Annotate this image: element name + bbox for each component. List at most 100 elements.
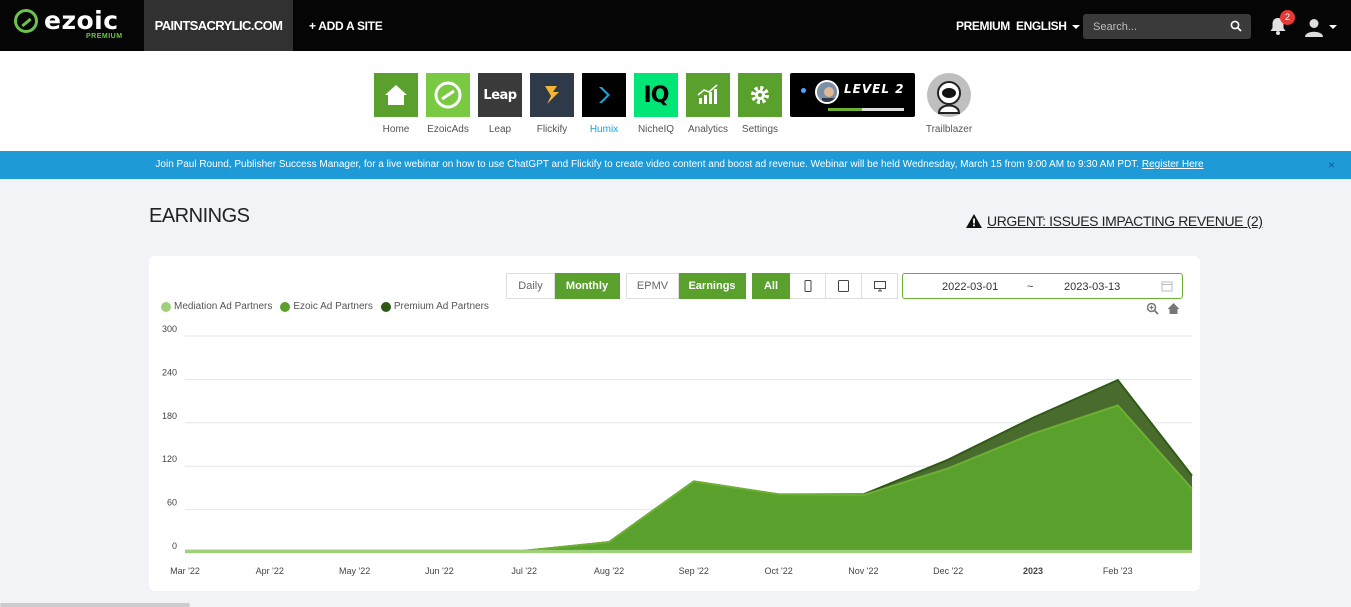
nicheiq-logo-text: IQ [643,82,670,108]
leap-tile: Leap [478,73,522,117]
leap-logo-text: Leap [483,87,517,103]
app-analytics[interactable]: Analytics [686,73,730,135]
mobile-button[interactable] [790,273,826,299]
banner-text: Join Paul Round, Publisher Success Manag… [155,159,1140,170]
legend-item[interactable]: Mediation Ad Partners [161,301,272,312]
chart-legend: Mediation Ad Partners Ezoic Ad Partners … [161,301,497,312]
date-from: 2022-03-01 [942,281,999,293]
x-tick-label: Feb '23 [1103,566,1133,576]
y-tick-label: 300 [162,324,177,334]
reset-zoom-home-icon[interactable] [1167,302,1180,315]
legend-swatch [380,301,391,312]
urgent-issues-text: URGENT: ISSUES IMPACTING REVENUE (2) [987,213,1263,229]
level-progress-fill [828,108,863,111]
calendar-icon [1161,281,1173,292]
home-tile [374,73,418,117]
earnings-chart: 0 60 120 180 240 300 Mar '22 Apr '22 May '22 Jun … [162,324,1193,576]
add-site-link[interactable]: + ADD A SITE [309,19,383,33]
chevron-down-icon[interactable] [1329,25,1337,29]
legend-swatch [161,301,171,312]
page-title: EARNINGS [149,205,250,227]
y-tick-label: 60 [167,498,177,508]
app-settings[interactable]: Settings [738,73,782,135]
astronaut-icon [937,81,961,114]
site-selector[interactable]: PAINTSACRYLIC.COM [144,0,293,51]
metric-toggle: EPMV Earnings [626,273,746,299]
app-home[interactable]: Home [374,73,418,135]
device-toggle: All [752,273,898,299]
chevron-down-icon [1071,24,1080,29]
x-tick-label: Sep '22 [679,566,709,576]
period-toggle: Daily Monthly [506,273,620,299]
person-photo-icon [817,82,837,102]
logo-text: ezoic [44,6,119,35]
flickify-tile [530,73,574,117]
tablet-button[interactable] [826,273,862,299]
date-separator: ~ [1027,281,1034,293]
search-icon[interactable] [1230,20,1242,32]
flickify-icon [545,86,559,104]
logo-subtitle: PREMIUM [86,33,123,40]
app-ezoicads[interactable]: EzoicAds [426,73,470,135]
x-tick-label: Oct '22 [764,566,792,576]
user-avatar-icon[interactable] [1304,17,1324,37]
ezoicads-icon [434,81,462,109]
app-navigation: Home EzoicAds Leap Leap Flickify Humix I… [0,51,1351,151]
daily-button[interactable]: Daily [506,273,555,299]
close-icon[interactable]: × [1328,151,1335,179]
epmv-button[interactable]: EPMV [626,273,679,299]
y-tick-label: 120 [162,454,177,464]
premium-link[interactable]: PREMIUM [956,19,1010,33]
level-badge[interactable]: LEVEL 2 [790,73,915,117]
x-tick-label: Nov '22 [848,566,878,576]
legend-label: Premium Ad Partners [393,301,489,312]
urgent-issues-link[interactable]: URGENT: ISSUES IMPACTING REVENUE (2) [965,213,1263,229]
app-nicheiq[interactable]: IQ NicheIQ [634,73,678,135]
horizontal-scrollbar[interactable] [0,603,190,607]
legend-swatch [280,301,291,312]
desktop-button[interactable] [862,273,898,299]
webinar-banner: Join Paul Round, Publisher Success Manag… [0,151,1351,179]
warning-icon [966,214,982,228]
gear-icon [751,86,769,104]
x-tick-label: Dec '22 [933,566,963,576]
x-tick-label: Jul '22 [511,566,537,576]
x-tick-label: 2023 [1023,566,1043,576]
earnings-card: Daily Monthly EPMV Earnings All 2022-03-… [149,256,1200,591]
x-tick-label: Aug '22 [594,566,624,576]
app-label: Settings [741,124,779,135]
date-range-picker[interactable]: 2022-03-01 ~ 2023-03-13 [902,273,1183,299]
level-label: LEVEL 2 [844,82,905,96]
settings-tile [738,73,782,117]
app-humix[interactable]: Humix [582,73,626,135]
language-label: ENGLISH [1016,19,1067,33]
x-tick-label: May '22 [339,566,370,576]
legend-label: Ezoic Ad Partners [293,301,373,312]
date-to: 2023-03-13 [1064,281,1121,293]
trailblazer-label: Trailblazer [925,124,973,135]
app-leap[interactable]: Leap Leap [478,73,522,135]
ezoic-logo[interactable]: ezoic PREMIUM [14,6,122,40]
app-flickify[interactable]: Flickify [530,73,574,135]
search-input[interactable] [1083,14,1251,39]
language-dropdown[interactable]: ENGLISH [1016,19,1080,33]
legend-item[interactable]: Premium Ad Partners [380,301,489,312]
tablet-icon [838,280,849,292]
legend-label: Mediation Ad Partners [174,301,273,312]
ezoic-logo-icon [14,9,38,33]
legend-item[interactable]: Ezoic Ad Partners [280,301,373,312]
monthly-button[interactable]: Monthly [555,273,620,299]
register-link[interactable]: Register Here [1142,159,1204,170]
x-tick-label: Apr '22 [256,566,284,576]
all-devices-button[interactable]: All [752,273,790,299]
earnings-button[interactable]: Earnings [679,273,746,299]
zoom-icon[interactable] [1146,302,1159,315]
notification-badge: 2 [1280,10,1295,25]
level-progress-bar [828,108,904,111]
mobile-icon [804,280,811,292]
y-tick-label: 180 [162,411,177,421]
trailblazer-badge[interactable]: Trailblazer [926,73,972,135]
humix-chevron-icon [599,87,610,103]
status-dot [801,88,806,93]
nicheiq-tile: IQ [634,73,678,117]
